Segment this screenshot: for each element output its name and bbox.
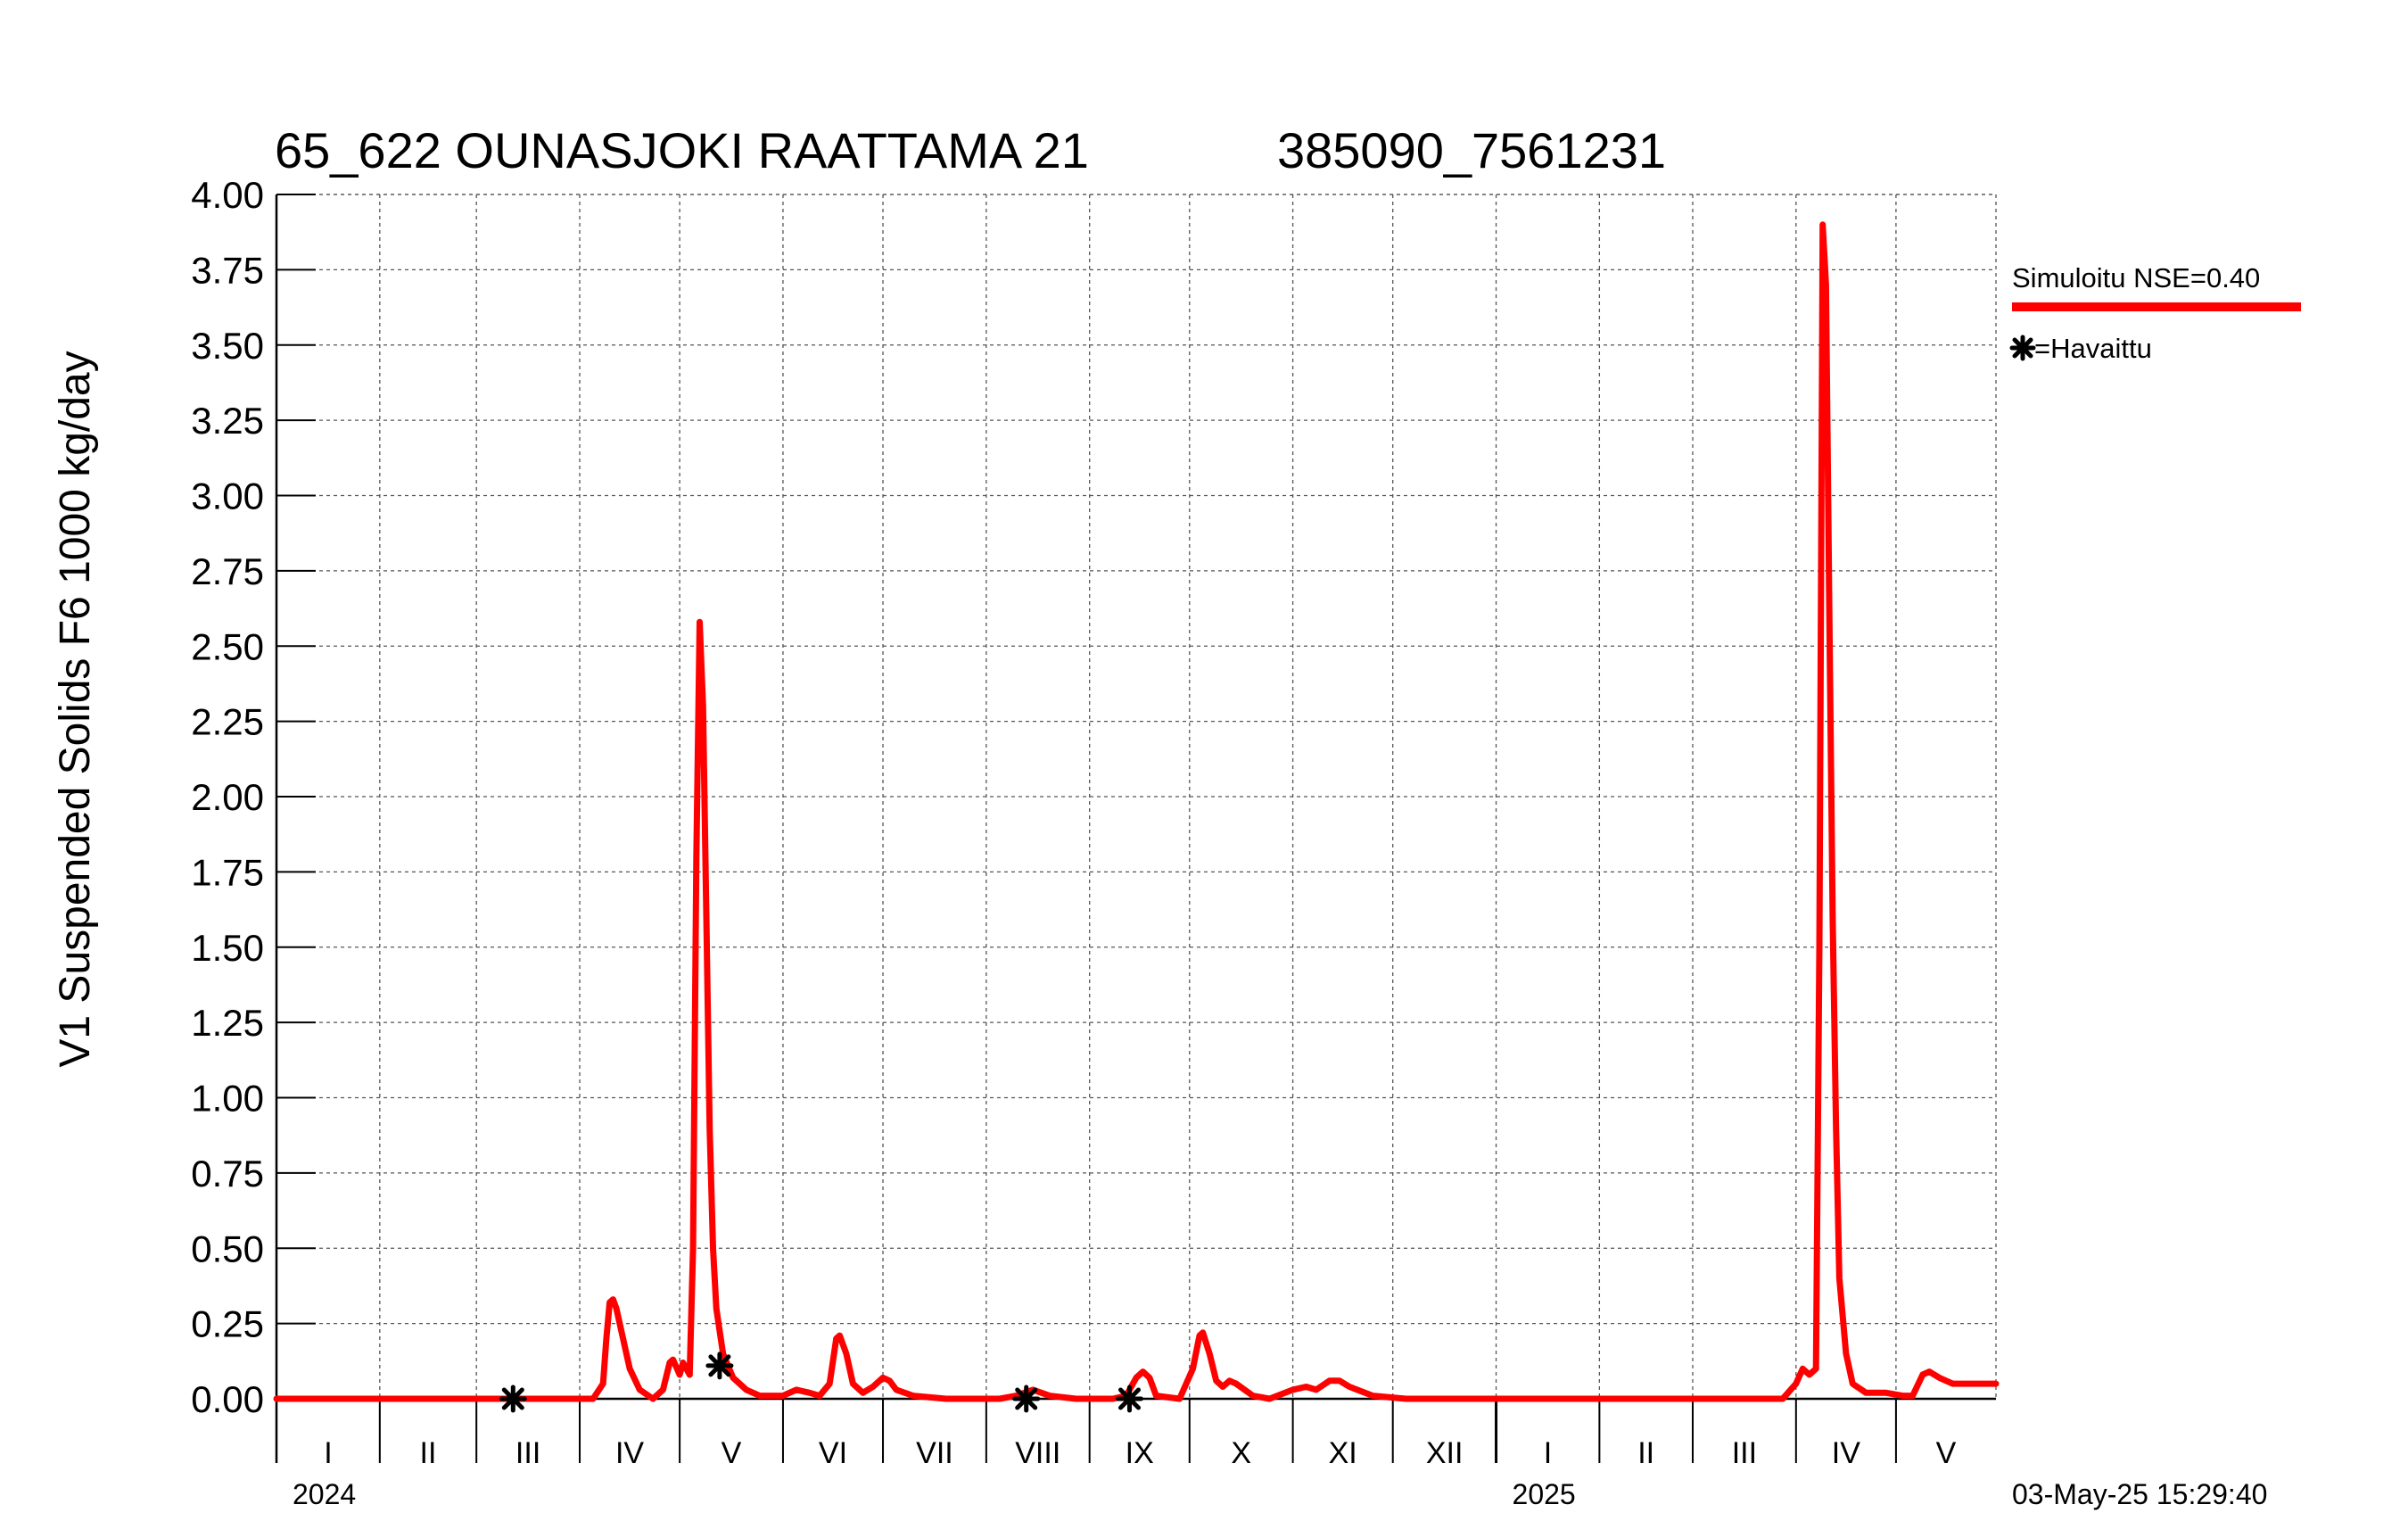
y-tick-label: 3.50: [191, 325, 264, 367]
y-tick-label: 1.25: [191, 1002, 264, 1044]
year-label: 2025: [1513, 1478, 1576, 1510]
month-label: III: [1732, 1436, 1757, 1470]
y-ticks: 0.00 0.25 0.50 0.75 1.00 1.25 1.50 1.75 2.00 2.25…: [191, 174, 316, 1420]
observed-point: [705, 1352, 734, 1380]
simulated-series-line: [273, 221, 2000, 1402]
y-axis-label: V1 Suspended Solids F6 1000 kg/day: [52, 351, 99, 1067]
year-label: 2024: [293, 1478, 356, 1510]
month-label: IX: [1126, 1436, 1154, 1470]
y-tick-label: 0.25: [191, 1303, 264, 1345]
y-tick-label: 0.50: [191, 1228, 264, 1269]
chart-title: 65_622 OUNASJOKI RAATTAMA 21: [275, 122, 1089, 178]
month-label: VIII: [1015, 1436, 1060, 1470]
chart-subtitle: 385090_7561231: [1277, 122, 1666, 178]
chart-svg: 0.00 0.25 0.50 0.75 1.00 1.25 1.50 1.75 2.00 2.25…: [52, 122, 2301, 1510]
chart: 0.00 0.25 0.50 0.75 1.00 1.25 1.50 1.75 2.00 2.25…: [0, 0, 2408, 1517]
y-tick-label: 4.00: [191, 174, 264, 216]
month-label: X: [1231, 1436, 1251, 1470]
y-tick-label: 1.00: [191, 1078, 264, 1120]
timestamp: 03-May-25 15:29:40: [2012, 1478, 2267, 1510]
month-label: IV: [1832, 1436, 1860, 1470]
y-tick-label: 3.00: [191, 475, 264, 517]
y-tick-label: 0.00: [191, 1378, 264, 1420]
y-tick-label: 2.25: [191, 701, 264, 743]
legend-label-observed: =Havaittu: [2034, 333, 2152, 364]
axes: [275, 194, 1997, 1463]
legend-label-simulated: Simuloitu NSE=0.40: [2012, 262, 2260, 293]
legend-marker-observed: [2009, 335, 2036, 361]
month-label: VII: [916, 1436, 953, 1470]
month-label: VI: [819, 1436, 847, 1470]
month-label: II: [1637, 1436, 1654, 1470]
y-tick-label: 2.50: [191, 625, 264, 667]
month-label: XI: [1329, 1436, 1357, 1470]
observed-point: [499, 1385, 527, 1413]
legend: Simuloitu NSE=0.40 =Havaittu: [2009, 262, 2301, 364]
month-label: V: [1936, 1436, 1957, 1470]
month-ticks: I II III IV V VI VII VIII IX X XI XII I II III IV V2024 2…: [276, 1399, 1957, 1510]
observed-point: [1116, 1385, 1143, 1413]
y-tick-label: 2.75: [191, 550, 264, 592]
month-label: II: [420, 1436, 437, 1470]
month-label: IV: [615, 1436, 644, 1470]
y-tick-label: 0.75: [191, 1153, 264, 1194]
y-tick-label: 2.00: [191, 776, 264, 818]
month-label: XII: [1426, 1436, 1464, 1470]
month-label: I: [324, 1436, 332, 1470]
y-tick-label: 1.75: [191, 851, 264, 893]
series-layer: [273, 221, 2000, 1413]
month-label: III: [515, 1436, 540, 1470]
month-label: V: [722, 1436, 742, 1470]
y-tick-label: 3.25: [191, 400, 264, 442]
grid: [276, 194, 1996, 1399]
month-label: I: [1544, 1436, 1552, 1470]
observed-point: [1012, 1385, 1041, 1413]
y-tick-label: 1.50: [191, 927, 264, 969]
y-tick-label: 3.75: [191, 249, 264, 291]
